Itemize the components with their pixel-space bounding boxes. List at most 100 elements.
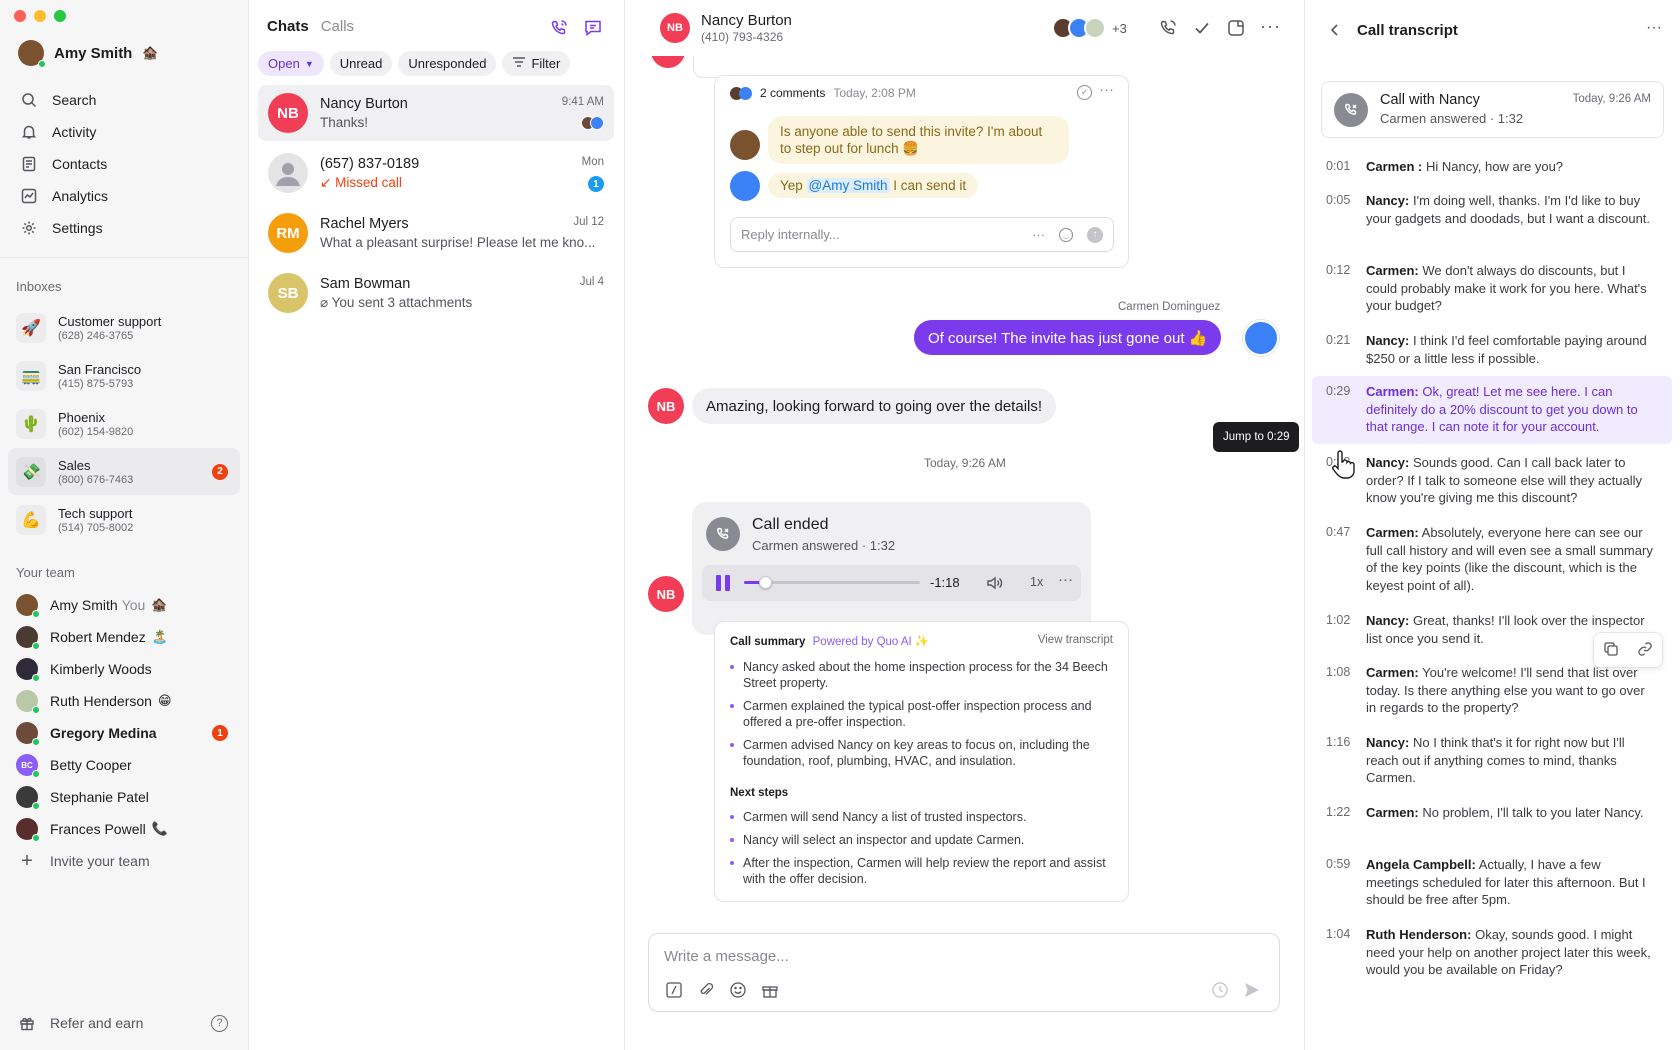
timestamp: 0:01 bbox=[1326, 159, 1351, 173]
view-transcript-link[interactable]: View transcript bbox=[1038, 634, 1113, 646]
contact-avatar: NB bbox=[648, 388, 684, 424]
muscle-icon: 💪 bbox=[16, 504, 46, 535]
nav-analytics[interactable]: Analytics bbox=[20, 180, 235, 212]
filter-button[interactable]: Filter bbox=[502, 51, 571, 76]
filter-chips: Open ▼ Unread Unresponded Filter bbox=[258, 51, 571, 76]
transcript-line[interactable]: 1:08 Carmen: You're welcome! I'll send th… bbox=[1312, 664, 1672, 717]
schedule-icon[interactable] bbox=[1211, 981, 1229, 1002]
transcript-line[interactable]: 1:22 Carmen: No problem, I'll talk to you… bbox=[1312, 804, 1672, 822]
zoom-window-button[interactable] bbox=[54, 10, 66, 22]
team-member-ruth-henderson[interactable]: Ruth Henderson 😁 bbox=[16, 685, 240, 717]
shortcut-icon[interactable] bbox=[665, 981, 683, 1002]
transcript-line-highlighted[interactable]: 0:29 Carmen: Ok, great! Let me see here. … bbox=[1312, 376, 1672, 444]
chat-item-missed-call[interactable]: (657) 837-0189 ↙ Missed call Mon 1 bbox=[258, 145, 614, 201]
more-icon[interactable]: ··· bbox=[1032, 227, 1045, 242]
chat-item-nancy-burton[interactable]: NB Nancy Burton Thanks! 9:41 AM bbox=[258, 85, 614, 141]
more-options-icon[interactable]: ··· bbox=[1260, 16, 1281, 37]
new-message-icon[interactable] bbox=[583, 18, 603, 38]
thread-line bbox=[693, 56, 717, 78]
chat-name: Sam Bowman bbox=[320, 275, 411, 292]
tab-calls[interactable]: Calls bbox=[321, 18, 354, 35]
transcript-more-icon[interactable]: ··· bbox=[1646, 19, 1662, 37]
filter-open-dropdown[interactable]: Open ▼ bbox=[258, 51, 324, 76]
invite-team-button[interactable]: + Invite your team bbox=[16, 845, 240, 877]
participant-avatars[interactable]: +3 bbox=[1052, 17, 1127, 39]
call-icon[interactable] bbox=[1158, 18, 1178, 41]
inboxes-heading: Inboxes bbox=[16, 279, 62, 294]
inbox-san-francisco[interactable]: 🚃 San Francisco (415) 875-5793 bbox=[8, 352, 240, 399]
filter-unread[interactable]: Unread bbox=[329, 51, 393, 76]
help-icon[interactable]: ? bbox=[211, 1014, 228, 1032]
new-call-icon[interactable] bbox=[549, 18, 569, 38]
thread-more-icon[interactable]: ··· bbox=[1099, 81, 1114, 98]
panel-toggle-icon[interactable] bbox=[1226, 18, 1246, 41]
powered-by-label: Powered by Quo AI ✨ bbox=[812, 636, 930, 648]
send-icon[interactable] bbox=[1243, 981, 1261, 1002]
playback-scrubber[interactable] bbox=[759, 576, 773, 589]
volume-icon[interactable] bbox=[985, 574, 1003, 595]
team-member-kimberly-woods[interactable]: Kimberly Woods bbox=[16, 653, 240, 685]
chat-name: Rachel Myers bbox=[320, 216, 409, 232]
pause-button[interactable] bbox=[716, 575, 732, 591]
time-remaining: -1:18 bbox=[930, 575, 960, 590]
line-text: I think I'd feel comfortable paying arou… bbox=[1366, 333, 1647, 366]
speaker: Carmen: bbox=[1366, 384, 1419, 399]
transcript-line[interactable]: 0:59 Angela Campbell: Actually, I have a … bbox=[1312, 856, 1672, 909]
nav-search[interactable]: Search bbox=[20, 84, 235, 116]
transcript-line[interactable]: 0:47 Carmen: Absolutely, everyone here ca… bbox=[1312, 524, 1672, 594]
transcript-line[interactable]: 0:38Nancy: Sounds good. Can I call back … bbox=[1312, 454, 1672, 507]
contact-avatar: NB bbox=[660, 13, 690, 43]
message-composer[interactable]: Write a message... bbox=[648, 933, 1280, 1012]
playback-speed[interactable]: 1x bbox=[1030, 575, 1043, 589]
emoji-icon[interactable] bbox=[729, 981, 747, 1002]
transcript-line[interactable]: 1:16 Nancy: No I think that's it for righ… bbox=[1312, 734, 1672, 787]
send-icon[interactable]: ↑ bbox=[1087, 226, 1103, 243]
speaker: Nancy: bbox=[1366, 193, 1410, 208]
transcript-line[interactable]: 0:21 Nancy: I think I'd feel comfortable … bbox=[1312, 332, 1672, 367]
chat-item-rachel-myers[interactable]: RM Rachel Myers What a pleasant surprise!… bbox=[258, 205, 614, 261]
tab-chats[interactable]: Chats bbox=[267, 18, 309, 35]
transcript-line[interactable]: 0:01 Carmen : Hi Nancy, how are you? bbox=[1312, 158, 1672, 176]
back-icon[interactable] bbox=[1327, 22, 1343, 41]
nav-activity[interactable]: Activity bbox=[20, 116, 235, 148]
minimize-window-button[interactable] bbox=[34, 10, 46, 22]
filter-unresponded[interactable]: Unresponded bbox=[398, 51, 497, 76]
inbox-tech-support[interactable]: 💪 Tech support (514) 705-8002 bbox=[8, 496, 240, 543]
call-info-card[interactable]: Call with Nancy Carmen answered · 1:32 T… bbox=[1321, 81, 1664, 138]
paperclip-icon[interactable] bbox=[697, 981, 715, 1002]
checkmark-icon[interactable] bbox=[1192, 18, 1212, 41]
inbox-name: Tech support bbox=[58, 505, 133, 521]
player-more-icon[interactable]: ··· bbox=[1058, 571, 1073, 588]
team-member-gregory-medina[interactable]: Gregory Medina 1 bbox=[16, 717, 240, 749]
copy-icon[interactable] bbox=[1603, 641, 1619, 660]
chat-time: 9:41 AM bbox=[561, 96, 604, 108]
refer-and-earn-button[interactable]: Refer and earn ? bbox=[16, 1007, 240, 1039]
link-icon[interactable] bbox=[1637, 641, 1653, 660]
inbox-sales[interactable]: 💸 Sales (800) 676-7463 2 bbox=[8, 448, 240, 495]
reply-internally-input[interactable]: Reply internally... ··· ‿ ↑ bbox=[730, 217, 1114, 252]
team-member-frances-powell[interactable]: Frances Powell 📞 bbox=[16, 813, 240, 845]
team-member-betty-cooper[interactable]: BC Betty Cooper bbox=[16, 749, 240, 781]
inbox-phoenix[interactable]: 🌵 Phoenix (602) 154-9820 bbox=[8, 400, 240, 447]
chat-item-sam-bowman[interactable]: SB Sam Bowman ⌀ You sent 3 attachments J… bbox=[258, 265, 614, 321]
emoji-icon[interactable]: ‿ bbox=[1059, 227, 1073, 242]
team-member-amy-smith[interactable]: Amy Smith You 🏚️ bbox=[16, 589, 240, 621]
plus-icon: + bbox=[21, 849, 33, 872]
analytics-icon bbox=[20, 187, 38, 205]
team-member-stephanie-patel[interactable]: Stephanie Patel bbox=[16, 781, 240, 813]
contact-info[interactable]: Nancy Burton (410) 793-4326 bbox=[701, 12, 792, 44]
mention[interactable]: @Amy Smith bbox=[806, 178, 890, 193]
transcript-line[interactable]: 1:04 Ruth Henderson: Okay, sounds good. I… bbox=[1312, 926, 1672, 979]
inbox-customer-support[interactable]: 🚀 Customer support (628) 246-3765 bbox=[8, 304, 240, 351]
playback-track[interactable] bbox=[744, 576, 920, 589]
gift-icon[interactable] bbox=[761, 981, 779, 1002]
current-user[interactable]: Amy Smith 🏚️ bbox=[18, 40, 159, 68]
nav-contacts[interactable]: Contacts bbox=[20, 148, 235, 180]
close-window-button[interactable] bbox=[14, 10, 26, 22]
resolve-thread-icon[interactable]: ✓ bbox=[1077, 85, 1092, 100]
team-member-robert-mendez[interactable]: Robert Mendez 🏝️ bbox=[16, 621, 240, 653]
member-emoji: 🏝️ bbox=[151, 629, 168, 644]
nav-settings[interactable]: Settings bbox=[20, 212, 235, 244]
transcript-line[interactable]: 0:05 Nancy: I'm doing well, thanks. I'm I… bbox=[1312, 192, 1672, 227]
transcript-line[interactable]: 0:12 Carmen: We don't always do discounts… bbox=[1312, 262, 1672, 315]
